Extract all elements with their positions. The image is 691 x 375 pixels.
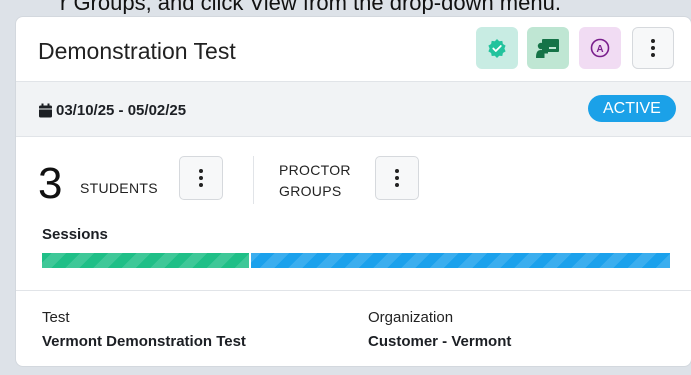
proctor-groups-label: PROCTOR GROUPS	[279, 160, 351, 202]
more-options-icon	[395, 169, 399, 187]
organization-label: Organization	[368, 309, 454, 326]
whiteboard-button[interactable]	[527, 27, 569, 69]
proctor-groups-menu-button[interactable]	[375, 156, 419, 200]
accommodation-button[interactable]: A	[579, 27, 621, 69]
sessions-label: Sessions	[42, 226, 108, 243]
sessions-progress-bar	[42, 253, 670, 268]
whiteboard-icon	[536, 39, 559, 58]
verified-icon	[488, 39, 506, 58]
date-row: 03/10/25 - 05/02/25 ACTIVE	[16, 82, 691, 137]
calendar-icon	[39, 103, 52, 118]
sessions-progress-remaining	[249, 253, 670, 268]
test-card: Demonstration Test A 03/10/25 - 05/02/25…	[16, 17, 691, 366]
student-label: STUDENTS	[80, 180, 158, 196]
accommodation-icon: A	[590, 38, 610, 58]
organization-value: Customer - Vermont	[368, 333, 512, 350]
proctor-groups-line2: GROUPS	[279, 183, 342, 199]
student-count: 3	[38, 159, 63, 208]
more-options-icon	[651, 39, 655, 57]
verified-button[interactable]	[476, 27, 518, 69]
proctor-groups-line1: PROCTOR	[279, 162, 351, 178]
more-options-icon	[199, 169, 203, 187]
divider	[253, 156, 254, 204]
card-header: Demonstration Test A	[16, 17, 691, 82]
date-range: 03/10/25 - 05/02/25	[56, 102, 187, 119]
card-more-button[interactable]	[632, 27, 674, 69]
instruction-text: r Groups, and click View from the drop-d…	[60, 0, 561, 14]
sessions-progress-completed	[42, 253, 250, 268]
card-title: Demonstration Test	[38, 38, 236, 64]
students-menu-button[interactable]	[179, 156, 223, 200]
status-badge: ACTIVE	[588, 95, 676, 122]
divider	[16, 290, 691, 291]
test-value: Vermont Demonstration Test	[42, 333, 246, 350]
test-label: Test	[42, 309, 70, 326]
svg-text:A: A	[596, 44, 603, 55]
